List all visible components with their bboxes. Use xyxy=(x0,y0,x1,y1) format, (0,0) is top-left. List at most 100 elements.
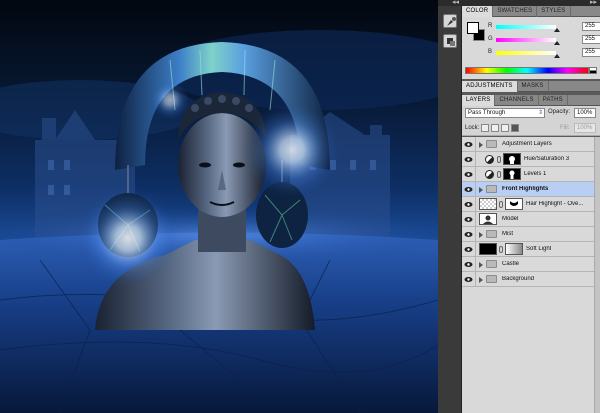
layers-panel-tabs: LAYERS CHANNELS PATHS xyxy=(462,95,600,106)
blue-value-field[interactable]: 255 xyxy=(582,48,600,57)
eye-icon[interactable] xyxy=(464,215,473,224)
green-slider-thumb[interactable] xyxy=(554,41,560,45)
link-icon[interactable] xyxy=(497,171,501,178)
layer-thumbnail[interactable] xyxy=(479,198,497,210)
red-channel-row: R 255 xyxy=(488,22,600,32)
color-panel-tabs: COLOR SWATCHES STYLES xyxy=(462,6,600,17)
expand-triangle-icon[interactable] xyxy=(479,142,483,148)
eye-icon[interactable] xyxy=(464,275,473,284)
tab-masks[interactable]: MASKS xyxy=(518,81,549,92)
layer-mask-thumbnail[interactable] xyxy=(505,198,523,210)
tab-swatches[interactable]: SWATCHES xyxy=(493,6,538,17)
layer-name: Soft Light xyxy=(526,246,552,252)
history-brush-icon[interactable] xyxy=(443,14,457,28)
layer-name: Levels 1 xyxy=(524,171,547,177)
eye-icon[interactable] xyxy=(464,140,473,149)
adjustments-panel-tabs: ADJUSTMENTS MASKS xyxy=(462,81,600,92)
fill-label: Fill: xyxy=(560,125,570,131)
tab-styles[interactable]: STYLES xyxy=(537,6,571,17)
eye-icon[interactable] xyxy=(464,170,473,179)
layer-mask-thumbnail[interactable] xyxy=(503,153,521,165)
layer-row[interactable]: Hair Highlight - Ove... xyxy=(462,197,600,212)
folder-icon xyxy=(486,140,497,148)
layers-scrollbar[interactable] xyxy=(594,137,600,413)
tab-paths[interactable]: PATHS xyxy=(539,95,568,106)
layer-mask-thumbnail[interactable] xyxy=(505,243,523,255)
green-channel-row: G 255 xyxy=(488,35,600,45)
layer-name: Hue/Saturation 3 xyxy=(524,156,570,162)
document-canvas[interactable] xyxy=(0,0,438,413)
folder-icon xyxy=(486,230,497,238)
collapsed-panel-strip: ◂◂ xyxy=(438,0,462,413)
expand-triangle-icon[interactable] xyxy=(479,262,483,268)
tab-color[interactable]: COLOR xyxy=(462,6,494,17)
layer-row[interactable]: Castle xyxy=(462,257,600,272)
lock-all-icon[interactable] xyxy=(511,124,519,132)
lock-transparent-icon[interactable] xyxy=(481,124,489,132)
expand-triangle-icon[interactable] xyxy=(479,277,483,283)
divider xyxy=(475,212,476,227)
layer-thumbnail[interactable] xyxy=(479,243,497,255)
collapse-arrows-icon[interactable]: ◂◂ xyxy=(452,0,459,6)
layer-row[interactable]: Background xyxy=(462,272,600,287)
layer-list: Adjustment Layers Hue/Saturation 3 Level… xyxy=(462,137,600,413)
divider xyxy=(475,137,476,152)
black-white-ramp[interactable] xyxy=(589,67,597,74)
tab-layers[interactable]: LAYERS xyxy=(462,95,496,106)
blue-channel-row: B 255 xyxy=(488,48,600,58)
tab-adjustments[interactable]: ADJUSTMENTS xyxy=(462,81,518,92)
divider xyxy=(475,272,476,287)
layer-row[interactable]: Hue/Saturation 3 xyxy=(462,152,600,167)
divider xyxy=(475,182,476,197)
layers-controls: Pass Through ⇕ Opacity: 100% Lock: Fill:… xyxy=(462,106,600,136)
color-panel: R 255 G 255 B 255 xyxy=(462,17,600,79)
layer-row[interactable]: Mist xyxy=(462,227,600,242)
layer-row[interactable]: Soft Light xyxy=(462,242,600,257)
eye-icon[interactable] xyxy=(464,200,473,209)
layer-name: Model xyxy=(502,216,519,222)
eye-icon[interactable] xyxy=(464,260,473,269)
eye-icon[interactable] xyxy=(464,185,473,194)
divider xyxy=(475,167,476,182)
fill-field[interactable]: 100% xyxy=(574,123,596,133)
link-icon[interactable] xyxy=(497,156,501,163)
opacity-field[interactable]: 100% xyxy=(574,108,596,118)
red-slider[interactable] xyxy=(496,25,556,29)
red-value-field[interactable]: 255 xyxy=(582,22,600,31)
blue-slider-thumb[interactable] xyxy=(554,54,560,58)
layer-name: Castle xyxy=(502,261,520,267)
layer-row[interactable]: Adjustment Layers xyxy=(462,137,600,152)
layer-row[interactable]: Model xyxy=(462,212,600,227)
tab-channels[interactable]: CHANNELS xyxy=(495,95,539,106)
blend-mode-select[interactable]: Pass Through ⇕ xyxy=(465,108,545,118)
eye-icon[interactable] xyxy=(464,155,473,164)
divider xyxy=(475,257,476,272)
layer-thumbnail[interactable] xyxy=(479,213,497,225)
expand-triangle-icon[interactable] xyxy=(479,187,483,193)
layer-mask-thumbnail[interactable] xyxy=(503,168,521,180)
actions-icon[interactable] xyxy=(443,34,457,48)
fg-bg-swatches[interactable] xyxy=(467,22,485,42)
eye-icon[interactable] xyxy=(464,230,473,239)
green-value-field[interactable]: 255 xyxy=(582,35,600,44)
eye-icon[interactable] xyxy=(464,245,473,254)
foreground-color-swatch[interactable] xyxy=(467,22,479,34)
divider xyxy=(475,242,476,257)
link-icon[interactable] xyxy=(499,201,503,208)
layer-name: Mist xyxy=(502,231,513,237)
lock-image-icon[interactable] xyxy=(491,124,499,132)
green-label: G xyxy=(488,36,493,42)
collapse-bar[interactable]: ◂◂ xyxy=(438,0,462,6)
green-slider[interactable] xyxy=(496,38,556,42)
red-slider-thumb[interactable] xyxy=(554,28,560,32)
link-icon[interactable] xyxy=(499,246,503,253)
artwork xyxy=(0,30,438,413)
layer-row[interactable]: Levels 1 xyxy=(462,167,600,182)
color-spectrum-ramp[interactable] xyxy=(465,67,589,74)
red-label: R xyxy=(488,23,493,29)
expand-triangle-icon[interactable] xyxy=(479,232,483,238)
lock-position-icon[interactable] xyxy=(501,124,509,132)
layer-row-selected[interactable]: Front Highlights xyxy=(462,182,600,197)
blue-slider[interactable] xyxy=(496,51,556,55)
select-arrows-icon: ⇕ xyxy=(537,110,543,116)
